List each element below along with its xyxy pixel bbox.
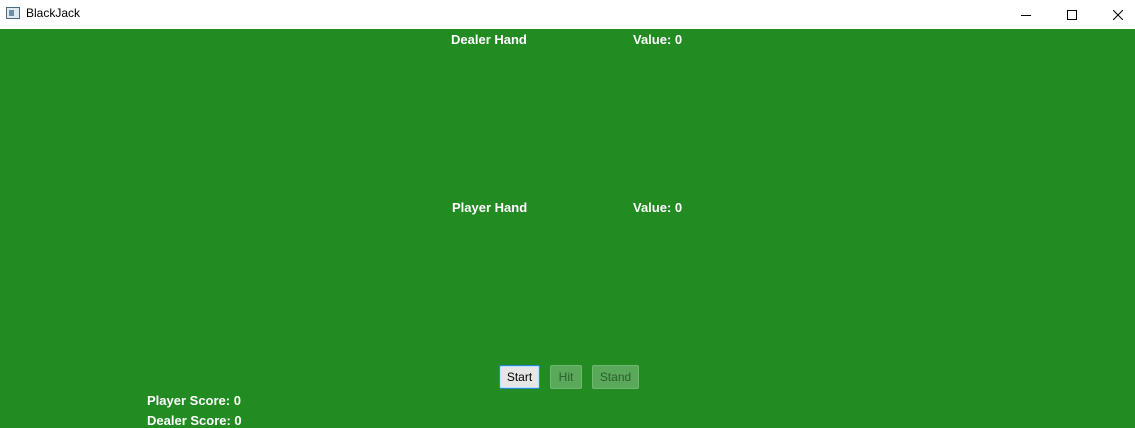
maximize-icon [1067,9,1077,20]
maximize-button[interactable] [1049,0,1095,29]
start-button[interactable]: Start [499,365,540,389]
stand-button[interactable]: Stand [592,365,639,389]
app-icon [6,7,20,19]
player-hand-label: Player Hand [452,200,528,215]
dealer-hand-label: Dealer Hand [451,32,527,47]
close-button[interactable] [1095,0,1135,29]
window-title: BlackJack [26,6,81,20]
minimize-button[interactable] [1003,0,1049,29]
close-icon [1113,9,1123,20]
hit-button[interactable]: Hit [550,365,582,389]
dealer-hand-value: Value: 0 [633,32,683,47]
player-score: Player Score: 0 [147,393,241,408]
game-table: Dealer Hand Value: 0 Player Hand Value: … [0,29,1135,428]
title-bar: BlackJack [0,0,1135,29]
minimize-icon [1021,14,1031,16]
player-hand-value: Value: 0 [633,200,683,215]
dealer-score: Dealer Score: 0 [147,413,242,428]
